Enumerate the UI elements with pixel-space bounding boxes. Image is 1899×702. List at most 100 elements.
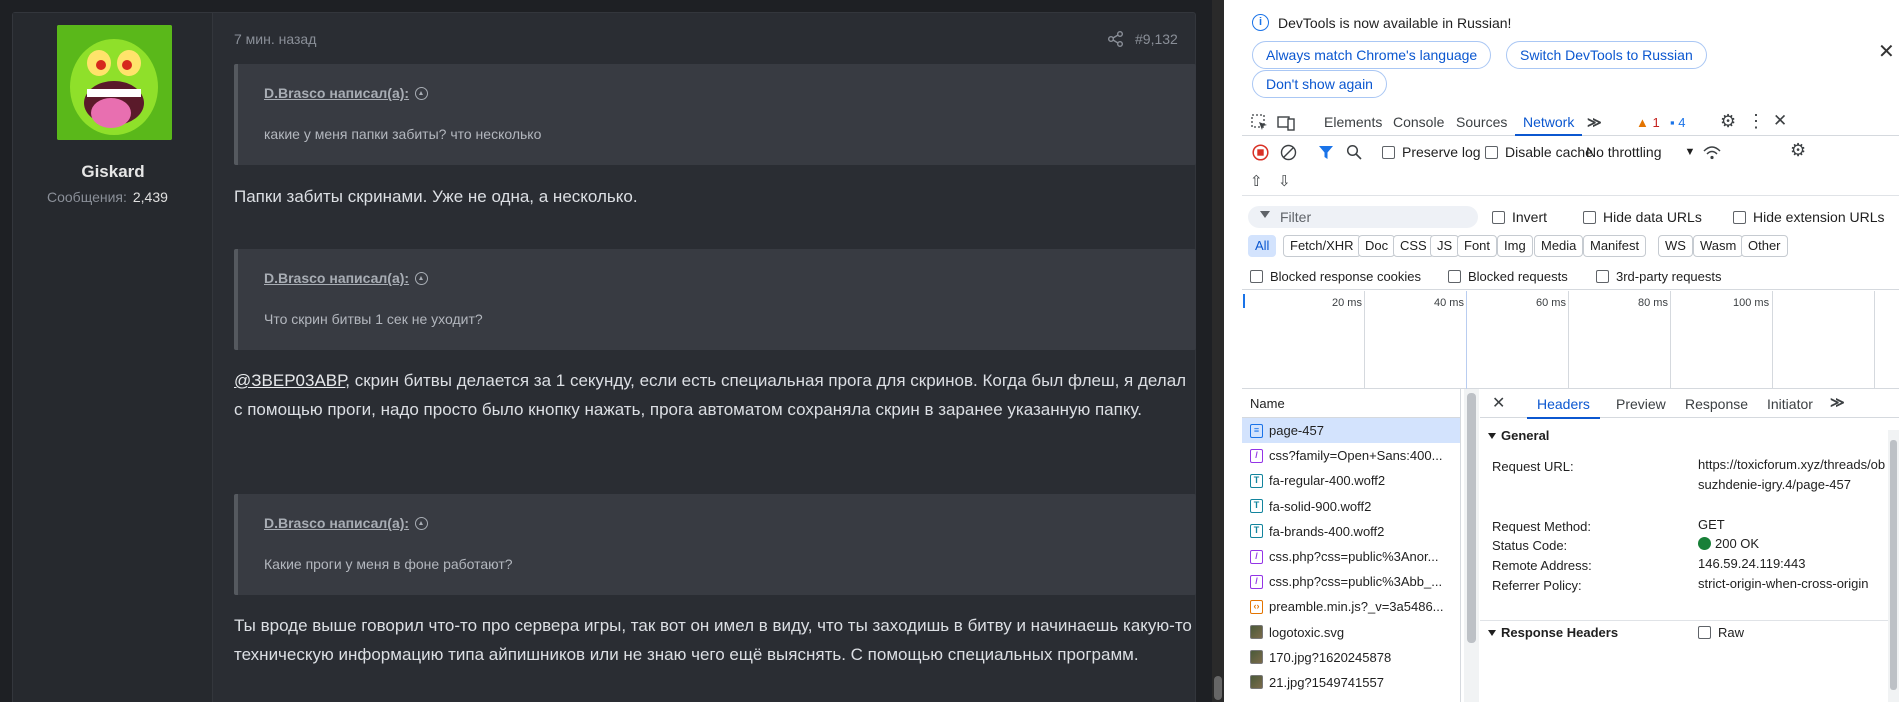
raw-headers-checkbox[interactable]: Raw [1698,625,1744,640]
warnings-badge[interactable]: ▲ 1 [1636,115,1660,130]
go-to-quote-icon[interactable] [415,517,429,530]
network-conditions-icon[interactable] [1702,144,1722,161]
hide-extension-urls-checkbox[interactable]: Hide extension URLs [1733,209,1885,225]
filter-input[interactable]: Filter [1248,206,1478,228]
page-scrollbar[interactable] [1212,0,1224,702]
page-scrollbar-thumb[interactable] [1214,676,1222,700]
request-row[interactable]: / css.php?css=public%3Abb_... [1242,569,1460,594]
network-overview-timeline[interactable]: 20 ms 40 ms 60 ms 80 ms 100 ms [1242,291,1899,389]
share-icon[interactable] [1107,30,1125,48]
post-time[interactable]: 7 мин. назад [234,31,316,47]
request-row[interactable]: logotoxic.svg [1242,620,1460,645]
throttling-select[interactable]: No throttling ▼ [1586,144,1695,160]
close-details-icon[interactable]: ✕ [1492,393,1505,413]
hide-data-urls-checkbox[interactable]: Hide data URLs [1583,209,1702,225]
filter-icon[interactable] [1318,145,1334,160]
settings-gear-icon[interactable]: ⚙ [1720,111,1736,132]
export-har-icon[interactable]: ⇩ [1278,172,1291,190]
quote-author-text[interactable]: D.Brasco написал(а): [264,270,409,286]
filter-manifest[interactable]: Manifest [1583,235,1647,257]
quote-author[interactable]: D.Brasco написал(а): [264,270,429,286]
filter-js[interactable]: JS [1430,235,1460,257]
filter-img[interactable]: Img [1497,235,1533,257]
preserve-log-checkbox[interactable]: Preserve log [1382,144,1481,160]
third-party-requests-box[interactable] [1596,270,1609,283]
tab-elements[interactable]: Elements [1324,114,1382,130]
close-infobar-icon[interactable]: ✕ [1878,42,1895,62]
more-detail-tabs-chevron-icon[interactable]: ≫ [1830,394,1845,411]
hide-extension-urls-box[interactable] [1733,210,1746,224]
request-row[interactable]: 21.jpg?1549741557 [1242,670,1460,695]
username[interactable]: Giskard [13,162,213,182]
disable-cache-box[interactable] [1485,145,1498,159]
tab-sources[interactable]: Sources [1456,114,1507,130]
hide-data-urls-box[interactable] [1583,210,1596,224]
general-section-header[interactable]: General [1480,424,1899,448]
filter-font[interactable]: Font [1457,235,1498,257]
request-row[interactable]: Tfa-brands-400.woff2 [1242,519,1460,544]
close-devtools-icon[interactable]: ✕ [1773,111,1787,131]
tab-network[interactable]: Network [1514,114,1583,136]
post-number[interactable]: #9,132 [1135,31,1178,47]
request-row[interactable]: / css?family=Open+Sans:400... [1242,443,1460,468]
filter-all[interactable]: All [1248,235,1277,257]
go-to-quote-icon[interactable] [415,272,429,285]
user-mention-link[interactable]: @ЗВЕР03АВР [234,371,345,390]
tab-preview[interactable]: Preview [1616,396,1666,412]
tab-initiator[interactable]: Initiator [1767,396,1813,412]
invert-box[interactable] [1492,210,1505,224]
request-row[interactable]: Tfa-regular-400.woff2 [1242,468,1460,493]
switch-to-russian-button[interactable]: Switch DevTools to Russian [1506,41,1707,69]
clear-icon[interactable] [1280,144,1297,161]
third-party-requests-checkbox[interactable]: 3rd-party requests [1596,269,1722,284]
blocked-response-cookies-checkbox[interactable]: Blocked response cookies [1250,269,1421,284]
go-to-quote-icon[interactable] [415,87,429,100]
record-stop-icon[interactable] [1252,144,1269,161]
quote-author[interactable]: D.Brasco написал(а): [264,515,429,531]
response-headers-section-header[interactable]: Response Headers [1480,620,1899,644]
import-har-icon[interactable]: ⇧ [1250,172,1263,190]
filter-media[interactable]: Media [1534,235,1584,257]
request-list-scrollbar-thumb[interactable] [1467,393,1476,643]
filter-ws[interactable]: WS [1658,235,1693,257]
tab-console[interactable]: Console [1393,114,1444,130]
device-toolbar-icon[interactable] [1276,113,1296,133]
raw-box[interactable] [1698,626,1711,639]
filter-css[interactable]: CSS [1393,235,1434,257]
tab-response[interactable]: Response [1685,396,1748,412]
dont-show-again-button[interactable]: Don't show again [1252,70,1387,98]
blocked-requests-box[interactable] [1448,270,1461,283]
messages-badge[interactable]: ▪ 4 [1670,115,1685,130]
request-row[interactable]: 170.jpg?1620245878 [1242,645,1460,670]
filter-fetch-xhr[interactable]: Fetch/XHR [1283,235,1361,257]
third-party-requests-label: 3rd-party requests [1616,269,1722,284]
request-row[interactable]: ‹› preamble.min.js?_v=3a5486... [1242,594,1460,619]
match-chrome-language-button[interactable]: Always match Chrome's language [1252,41,1492,69]
filter-doc[interactable]: Doc [1358,235,1396,257]
details-scrollbar-thumb[interactable] [1890,440,1897,690]
filter-wasm[interactable]: Wasm [1693,235,1744,257]
search-icon[interactable] [1346,144,1362,160]
quote-author-text[interactable]: D.Brasco написал(а): [264,515,409,531]
request-row[interactable]: / css.php?css=public%3Anor... [1242,544,1460,569]
blocked-requests-checkbox[interactable]: Blocked requests [1448,269,1568,284]
more-options-icon[interactable]: ⋮ [1747,111,1765,132]
tab-headers[interactable]: Headers [1527,396,1600,419]
network-settings-gear-icon[interactable]: ⚙ [1790,140,1806,161]
request-row[interactable]: ≡ page-457 [1242,418,1460,444]
timeline-gridline [1670,291,1671,389]
quote-author[interactable]: D.Brasco написал(а): [264,85,429,101]
inspect-element-icon[interactable] [1250,113,1270,133]
quote-author-text[interactable]: D.Brasco написал(а): [264,85,409,101]
details-scrollbar[interactable] [1888,430,1899,702]
blocked-response-cookies-box[interactable] [1250,270,1263,283]
preserve-log-box[interactable] [1382,145,1395,159]
request-row[interactable]: Tfa-solid-900.woff2 [1242,494,1460,519]
request-list-scrollbar[interactable] [1464,389,1479,702]
name-column-header[interactable]: Name [1242,389,1460,418]
filter-other[interactable]: Other [1741,235,1788,257]
more-tabs-chevron-icon[interactable]: ≫ [1587,114,1602,131]
disable-cache-checkbox[interactable]: Disable cache [1485,144,1593,160]
user-avatar[interactable] [57,25,172,140]
invert-checkbox[interactable]: Invert [1492,209,1547,225]
